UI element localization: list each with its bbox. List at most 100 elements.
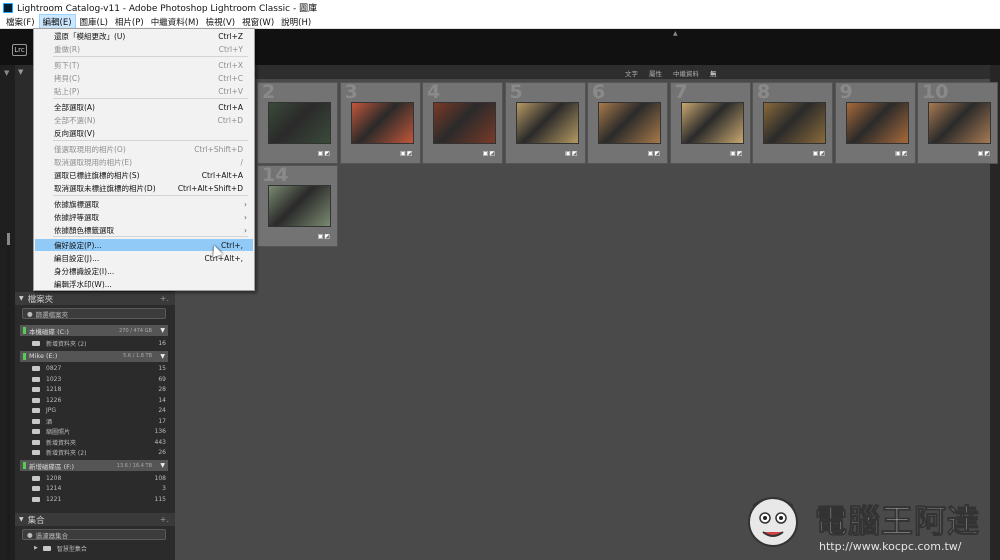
edit-menu-item[interactable]: 編輯浮水印(W)...	[35, 278, 253, 290]
menu-item-label: 剪下(T)	[54, 60, 80, 70]
edit-menu-item[interactable]: 依據評等選取 ›	[35, 211, 253, 223]
photo-thumbnail[interactable]	[515, 102, 579, 144]
menu-7[interactable]: 說明(H)	[278, 15, 314, 29]
photo-thumbnail[interactable]	[845, 102, 909, 144]
smart-collection-label: 智慧型集合	[56, 545, 87, 553]
photo-thumbnail[interactable]	[763, 102, 826, 144]
edit-menu-item[interactable]: 僅選取現用的相片(O) Ctrl+Shift+D	[35, 143, 253, 155]
folder-icon	[32, 496, 40, 502]
photo-grid-cell[interactable]: 8 ▣◩	[752, 81, 833, 164]
edit-menu-item[interactable]: 反向選取(V)	[35, 127, 253, 139]
edit-menu-item[interactable]: 重做(R) Ctrl+Y	[35, 43, 253, 55]
photo-grid-cell[interactable]: 4 ▣◩	[422, 81, 503, 164]
scrollbar-track[interactable]	[7, 233, 10, 558]
filter-none[interactable]: 無	[710, 68, 717, 78]
folder-item[interactable]: 縮圖照片 136	[20, 427, 168, 437]
add-collection-icon[interactable]: +.	[160, 515, 169, 524]
photo-grid-cell[interactable]: 6 ▣◩	[587, 81, 668, 164]
menu-item-label: 全部選取(A)	[54, 102, 95, 112]
edit-menu-item[interactable]: 取消選取未標註旗標的相片(D) Ctrl+Alt+Shift+D	[35, 182, 253, 194]
folder-count: 136	[154, 428, 166, 435]
folder-name: 酒	[46, 418, 53, 426]
edit-menu-item[interactable]: 取消選取現用的相片(E) /	[35, 156, 253, 168]
folder-search-input[interactable]: ● 篩選檔案夾	[22, 308, 166, 319]
volume-header[interactable]: 本機磁碟 (C:) 270 / 474 GB ▼	[20, 325, 168, 336]
edit-menu-item[interactable]: 全部選取(A) Ctrl+A	[35, 101, 253, 113]
folder-item[interactable]: JPG 24	[20, 406, 168, 416]
photo-thumbnail[interactable]	[268, 185, 331, 227]
volume-collapse-icon[interactable]: ▼	[160, 462, 165, 469]
folder-item[interactable]: 新增資料夾 (2) 26	[20, 448, 168, 458]
volume-header[interactable]: 新增磁碟區 (F:) 13.6 / 16.4 TB ▼	[20, 460, 168, 471]
edit-menu-item[interactable]: 依據旗標選取 ›	[35, 198, 253, 210]
folder-item[interactable]: 新增資料夾 443	[20, 437, 168, 447]
folders-panel-header[interactable]: ▼ 檔案夾 +.	[15, 292, 175, 305]
folder-item[interactable]: 新增資料夾 (2) 16	[20, 338, 168, 348]
edit-menu-item[interactable]: 還原「模組更改」(U) Ctrl+Z	[35, 30, 253, 42]
menu-0[interactable]: 檔案(F)	[3, 15, 38, 29]
watermark-url: http://www.kocpc.com.tw/	[819, 540, 962, 553]
collapse-arrow-icon[interactable]: ▼	[4, 69, 9, 77]
photo-thumbnail[interactable]	[433, 102, 496, 144]
add-folder-icon[interactable]: +.	[160, 294, 169, 303]
folder-item[interactable]: 1023 69	[20, 374, 168, 384]
volume-header[interactable]: Mike (E:) 5.6 / 1.8 TB ▼	[20, 350, 168, 362]
volume-collapse-icon[interactable]: ▼	[160, 327, 165, 334]
photo-thumbnail[interactable]	[268, 102, 331, 144]
photo-grid-cell[interactable]: 5 ▣◩	[504, 81, 586, 164]
filter-attribute[interactable]: 屬性	[649, 68, 662, 78]
photo-grid-cell[interactable]: 7 ▣◩	[669, 81, 751, 164]
collection-search-input[interactable]: ● 過濾器集合	[22, 529, 166, 540]
menu-item-shortcut: Ctrl+Z	[218, 31, 243, 41]
photo-thumbnail[interactable]	[598, 102, 661, 144]
folder-name: 0827	[46, 365, 62, 372]
menu-2[interactable]: 圖庫(L)	[77, 15, 111, 29]
folder-name: 1023	[46, 375, 62, 383]
folder-name: 縮圖照片	[46, 429, 71, 436]
filter-metadata[interactable]: 中繼資料	[673, 68, 699, 78]
folder-item[interactable]: 1214 3	[20, 484, 168, 494]
folder-name: 新增資料夾	[46, 439, 77, 447]
filter-text[interactable]: 文字	[625, 68, 638, 78]
submenu-arrow-icon: ›	[244, 199, 247, 209]
folder-count: 15	[158, 365, 166, 372]
photo-thumbnail[interactable]	[350, 102, 414, 144]
photo-grid-cell[interactable]: 14 ▣◩	[257, 164, 338, 247]
edit-menu-item[interactable]: 依據顏色標籤選取 ›	[35, 224, 253, 236]
top-panel-toggle-icon[interactable]: ▲	[673, 30, 678, 37]
expand-arrow-icon: ▶	[34, 545, 38, 551]
smart-collection-item[interactable]: ▶ 智慧型集合	[20, 543, 168, 553]
folder-item[interactable]: 1218 28	[20, 385, 168, 395]
edit-menu-item[interactable]: 拷貝(C) Ctrl+C	[35, 72, 253, 84]
volume-collapse-icon[interactable]: ▼	[160, 353, 165, 360]
folder-item[interactable]: 1226 14	[20, 395, 168, 405]
volume-name: 本機磁碟 (C:)	[29, 327, 69, 336]
menu-5[interactable]: 檢視(V)	[203, 15, 238, 29]
edit-menu-item[interactable]: 身分標識設定(I)...	[35, 265, 253, 277]
menu-item-shortcut: Ctrl+Alt+,	[204, 253, 243, 263]
photo-grid-cell[interactable]: 2 ▣◩	[257, 81, 338, 164]
folder-item[interactable]: 酒 17	[20, 416, 168, 426]
volume-capacity: 270 / 474 GB	[119, 327, 152, 334]
edit-menu-item[interactable]: 剪下(T) Ctrl+X	[35, 59, 253, 71]
navigator-collapse-icon[interactable]: ▼	[18, 68, 23, 76]
photo-thumbnail[interactable]	[680, 102, 744, 144]
menu-item-label: 偏好設定(P)...	[54, 240, 102, 250]
edit-menu-item[interactable]: 選取已標註旗標的相片(S) Ctrl+Alt+A	[35, 169, 253, 181]
photo-grid-cell[interactable]: 9 ▣◩	[834, 81, 916, 164]
photo-grid-cell[interactable]: 10 ▣◩	[917, 81, 998, 164]
folder-item[interactable]: 1208 108	[20, 473, 168, 483]
cell-index-number: 14	[262, 164, 289, 186]
edit-menu-item[interactable]: 貼上(P) Ctrl+V	[35, 85, 253, 97]
menu-3[interactable]: 相片(P)	[112, 15, 147, 29]
submenu-arrow-icon: ›	[244, 225, 247, 235]
photo-thumbnail[interactable]	[928, 102, 991, 144]
menu-6[interactable]: 視窗(W)	[239, 15, 277, 29]
edit-menu-item[interactable]: 全部不選(N) Ctrl+D	[35, 114, 253, 126]
collections-panel-header[interactable]: ▼ 集合 +.	[15, 513, 175, 526]
menu-4[interactable]: 中繼資料(M)	[148, 15, 202, 29]
photo-grid-cell[interactable]: 3 ▣◩	[339, 81, 421, 164]
scrollbar-thumb[interactable]	[7, 233, 10, 245]
folder-item[interactable]: 0827 15	[20, 364, 168, 374]
folder-item[interactable]: 1221 115	[20, 494, 168, 504]
